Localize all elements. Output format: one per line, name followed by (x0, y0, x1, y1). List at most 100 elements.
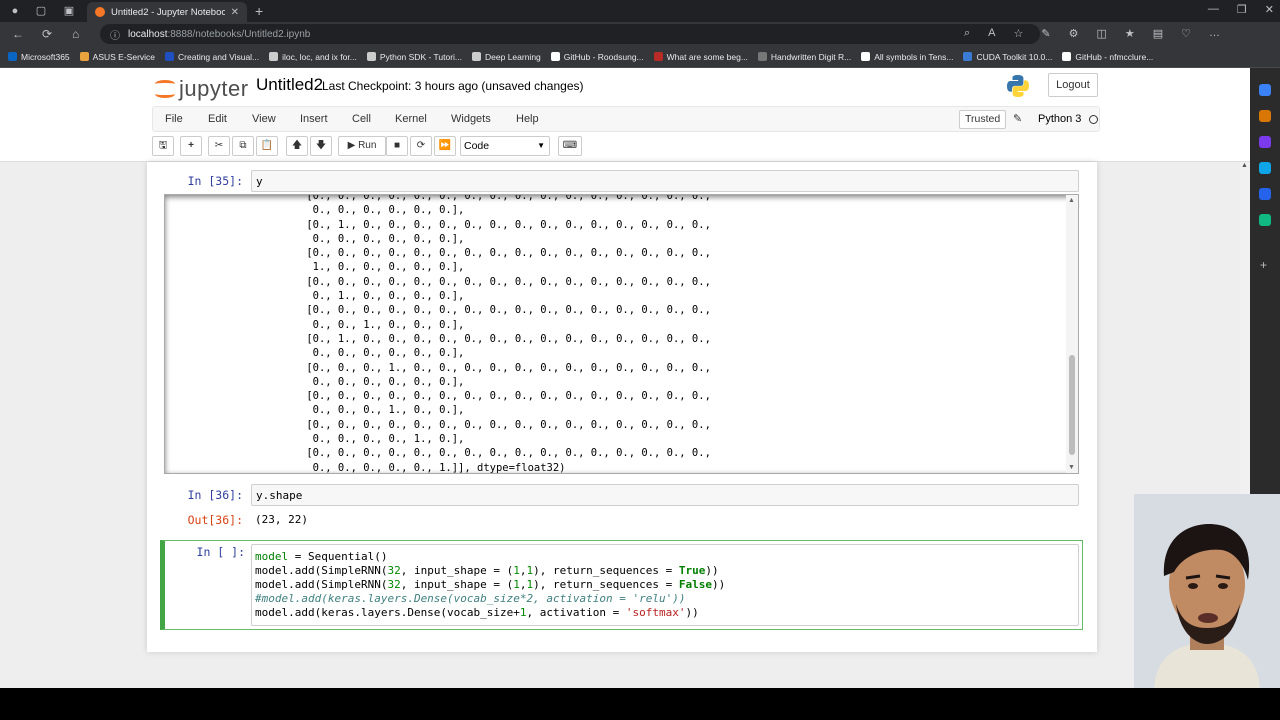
more-icon[interactable]: … (1209, 27, 1220, 40)
bookmark-label: GitHub - Roodsung... (563, 51, 644, 62)
cell-35-code: y (256, 175, 263, 188)
save-button[interactable]: 🖫 (152, 136, 174, 156)
sidebar-shopping-icon[interactable] (1259, 110, 1271, 122)
pen-icon[interactable]: ✎ (1041, 27, 1050, 40)
home-icon[interactable]: ⌂ (72, 27, 79, 41)
workspaces-icon[interactable]: ▢ (34, 4, 48, 18)
arrow-up-icon: 🡅 (291, 140, 303, 151)
cell-type-select[interactable]: Code ▼ (460, 136, 550, 156)
performance-icon[interactable]: ♡ (1181, 27, 1191, 40)
close-tab-icon[interactable]: ✕ (231, 7, 239, 18)
bookmark-item[interactable]: GitHub - nfmcclure... (1062, 52, 1153, 62)
menu-insert[interactable]: Insert (300, 113, 328, 125)
kernel-name[interactable]: Python 3 (1038, 113, 1081, 125)
close-window-icon[interactable]: ✕ (1265, 3, 1274, 16)
bookmark-item[interactable]: ASUS E-Service (79, 52, 155, 62)
bookmark-item[interactable]: GitHub - Roodsung... (550, 51, 644, 62)
jupyter-logo-icon (155, 78, 175, 100)
output-line: [0., 1., 0., 0., 0., 0., 0., 0., 0., 0.,… (300, 218, 711, 231)
extensions-icon[interactable]: ⚙ (1069, 27, 1079, 40)
bookmark-item[interactable]: Python SDK - Tutori... (366, 52, 462, 62)
favorites-icon[interactable]: ★ (1125, 27, 1135, 40)
sidebar-tools-icon[interactable] (1259, 136, 1271, 148)
menu-view[interactable]: View (252, 113, 276, 125)
menu-widgets[interactable]: Widgets (451, 113, 491, 125)
bookmark-item[interactable]: Deep Learning (472, 52, 541, 62)
cut-button[interactable]: ✂ (208, 136, 230, 156)
bookmark-item[interactable]: All symbols in Tens... (861, 52, 953, 62)
bookmark-icon (653, 52, 663, 61)
move-up-button[interactable]: 🡅 (286, 136, 308, 156)
minimize-icon[interactable]: — (1208, 3, 1219, 16)
zoom-icon[interactable]: ⌕ (964, 27, 970, 40)
menu-edit[interactable]: Edit (208, 113, 227, 125)
restart-run-all-button[interactable]: ⏩ (434, 136, 456, 156)
url-host: localhost (128, 28, 168, 40)
output-scrollbar[interactable]: ▲ ▼ (1066, 195, 1078, 473)
bookmark-icon (472, 52, 482, 61)
bookmark-icon (550, 52, 560, 61)
new-cell-prompt: In [ ]: (196, 545, 245, 559)
bookmark-item[interactable]: Creating and Visual... (165, 52, 259, 62)
cell-36-input[interactable]: y.shape (251, 484, 1079, 506)
read-aloud-icon[interactable]: A (988, 27, 995, 40)
bookmark-item[interactable]: CUDA Toolkit 10.0... (963, 52, 1052, 62)
jupyter-logo[interactable]: jupyter (155, 76, 249, 102)
refresh-icon[interactable]: ⟳ (42, 27, 52, 41)
trusted-indicator[interactable]: Trusted (959, 110, 1007, 129)
bookmark-item[interactable]: What are some beg... (653, 52, 748, 62)
restart-button[interactable]: ⟳ (410, 136, 432, 156)
scroll-up-icon[interactable]: ▲ (1068, 197, 1075, 204)
sidebar-search-icon[interactable] (1259, 84, 1271, 96)
move-down-button[interactable]: 🡇 (310, 136, 332, 156)
sidebar-games-icon[interactable] (1259, 162, 1271, 174)
back-icon[interactable]: ← (12, 27, 24, 41)
bookmark-item[interactable]: Handwritten Digit R... (757, 51, 852, 62)
sidebar-send-icon[interactable] (1259, 214, 1271, 226)
split-screen-icon[interactable]: ◫ (1096, 27, 1106, 40)
menu-file[interactable]: File (165, 113, 183, 125)
restore-icon[interactable]: ❐ (1237, 3, 1247, 16)
url-input[interactable]: ⓘ localhost:8888/notebooks/Untitled2.ipy… (100, 24, 1040, 44)
command-palette-button[interactable]: ⌨ (558, 136, 582, 156)
paste-button[interactable]: 📋 (256, 136, 278, 156)
bookmark-label: Microsoft365 (21, 51, 70, 62)
sidebar-outlook-icon[interactable] (1259, 188, 1271, 200)
insert-cell-button[interactable]: + (180, 136, 202, 156)
active-code-cell[interactable]: In [ ]: model = Sequential() model.add(S… (160, 540, 1083, 630)
notebook-name[interactable]: Untitled2 (256, 75, 323, 95)
browser-tab-active[interactable]: Untitled2 - Jupyter Notebook ✕ (87, 2, 247, 22)
bookmark-item[interactable]: Microsoft365 (8, 52, 70, 62)
url-path: :8888/notebooks/Untitled2.ipynb (167, 28, 311, 40)
run-button[interactable]: ▶ Run (338, 136, 386, 156)
interrupt-button[interactable]: ■ (386, 136, 408, 156)
bookmark-label: Handwritten Digit R... (770, 51, 852, 62)
cell-35-input[interactable]: y (251, 170, 1079, 192)
menu-cell[interactable]: Cell (352, 113, 371, 125)
scroll-down-icon[interactable]: ▼ (1068, 464, 1075, 471)
copy-button[interactable]: ⧉ (232, 136, 254, 156)
profile-icon[interactable]: ● (8, 4, 22, 18)
bookmark-label: Deep Learning (485, 51, 541, 62)
menu-kernel[interactable]: Kernel (395, 113, 427, 125)
output-scrollbar-thumb[interactable] (1069, 355, 1075, 455)
tab-actions-icon[interactable]: ▣ (62, 4, 76, 18)
code-line-3: model.add(SimpleRNN(32, input_shape = (1… (255, 578, 726, 591)
logout-button[interactable]: Logout (1048, 73, 1098, 97)
favorite-star-icon[interactable]: ☆ (1013, 27, 1023, 40)
output-line: 1., 0., 0., 0., 0., 0.], (300, 261, 465, 274)
bookmark-item[interactable]: iloc, loc, and ix for... (269, 52, 357, 62)
sidebar-add-icon[interactable]: + (1260, 258, 1267, 272)
bookmark-icon (79, 52, 89, 61)
new-tab-icon[interactable]: + (255, 3, 263, 19)
menu-help[interactable]: Help (516, 113, 539, 125)
window-controls: — ❐ ✕ (1208, 3, 1274, 16)
stop-icon: ■ (393, 140, 401, 151)
site-info-icon[interactable]: ⓘ (110, 27, 120, 42)
collections-icon[interactable]: ▤ (1153, 27, 1163, 40)
cell-35-output-scroll[interactable]: [0., 0., 0., 0., 0., 0., 0., 0., 0., 0.,… (164, 194, 1079, 474)
new-cell-editor[interactable]: model = Sequential() model.add(SimpleRNN… (251, 544, 1079, 626)
output-line: 0., 0., 0., 1., 0., 0.], (300, 404, 465, 417)
notebook-container: In [35]: y [0., 0., 0., 0., 0., 0., 0., … (147, 162, 1097, 652)
page-scroll-up-icon[interactable]: ▲ (1241, 162, 1248, 169)
